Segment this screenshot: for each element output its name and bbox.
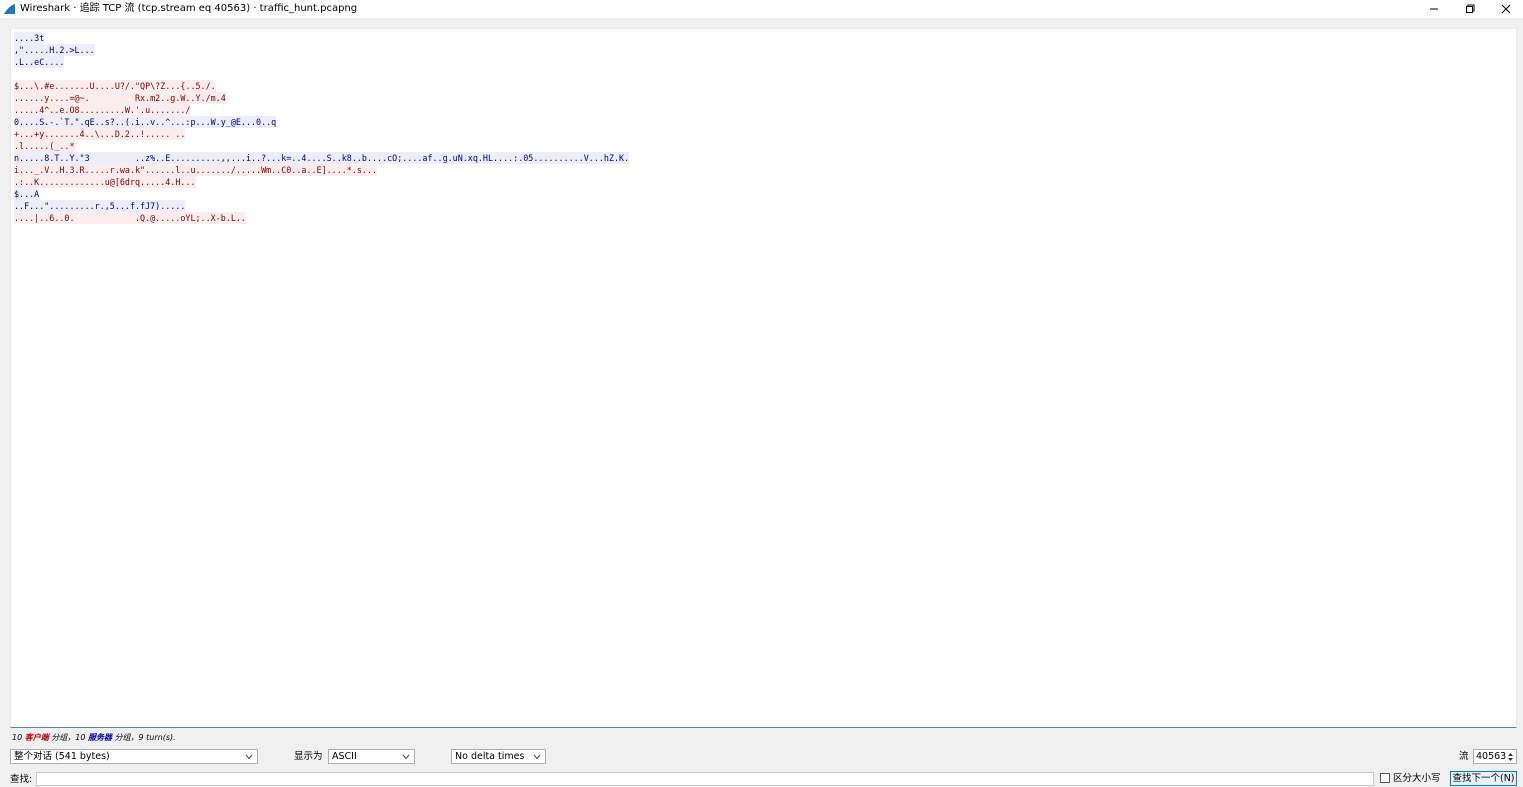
restore-icon [1466, 4, 1475, 13]
maximize-button[interactable] [1452, 0, 1488, 18]
summary-suffix: 分组，9 turn(s). [112, 733, 176, 742]
wireshark-fin-icon [4, 4, 15, 14]
chevron-down-icon [245, 754, 253, 760]
stream-line-client: +...+y.......4..\...D.2..!..... .. [14, 128, 186, 140]
minimize-icon [1430, 8, 1438, 10]
spin-arrows-icon[interactable] [1507, 751, 1514, 763]
case-sensitive-checkbox[interactable] [1380, 773, 1390, 783]
stream-content-pane[interactable]: ....3t ,".....H.2.>L... .L..eC.... $...\.#e… [10, 28, 1517, 728]
find-next-button[interactable]: 查找下一个(N) [1450, 771, 1517, 786]
stream-line-server: ..F...".........r.,5...f.fJ7)..... [14, 200, 186, 212]
title-bar: Wireshark · 追踪 TCP 流 (tcp.stream eq 4056… [0, 0, 1523, 18]
summary-mid: 分组，10 [48, 733, 88, 742]
stream-line-server: .L..eC.... [14, 56, 65, 68]
find-input[interactable] [36, 772, 1374, 786]
stream-line-server: ,".....H.2.>L... [14, 44, 95, 56]
stream-line-client: .l.....(_..* [14, 140, 75, 152]
close-button[interactable] [1488, 0, 1523, 18]
delta-times-select[interactable]: No delta times [451, 749, 546, 764]
show-as-select[interactable]: ASCII [328, 749, 415, 764]
summary-server-label: 服务器 [88, 733, 112, 742]
stream-line-client: .....4^..e.O8.........W.'.u......./ [14, 104, 191, 116]
stream-summary: 10 客户端 分组，10 服务器 分组，9 turn(s). [12, 733, 176, 743]
find-label: 查找: [10, 774, 33, 785]
stream-number-label: 流 [1459, 751, 1469, 762]
minimize-button[interactable] [1416, 0, 1452, 18]
stream-number-value: 40563 [1476, 751, 1507, 762]
show-as-select-value: ASCII [332, 751, 357, 762]
stream-line-client: i..._.V..H.3.R.....r.wa.k"......l..u....… [14, 164, 378, 176]
conversation-select-value: 整个对话 (541 bytes) [14, 751, 110, 762]
summary-client-label: 客户端 [24, 733, 49, 742]
chevron-down-icon [533, 754, 541, 760]
conversation-select[interactable]: 整个对话 (541 bytes) [10, 749, 258, 764]
case-sensitive-label: 区分大小写 [1393, 773, 1441, 784]
stream-line-client: $...\.#e.......U....U?/."QP\?Z...{..5./. [14, 80, 216, 92]
stream-line-server: 0....S.-.`T.".qE..s?..(.i..v..^...:p...W… [14, 116, 277, 128]
chevron-down-icon [402, 754, 410, 760]
summary-prefix: 10 [12, 733, 25, 742]
stream-number-spinbox[interactable]: 40563 [1473, 749, 1517, 764]
stream-line-client: .:..K.............u@[6drq.....4.H... [14, 176, 196, 188]
delta-times-select-value: No delta times [455, 751, 525, 762]
close-icon [1501, 4, 1511, 14]
stream-line-server: ....3t [14, 32, 45, 44]
stream-line-client: ....|..6..0. .Q.@.....oYL;..X-b.L.. [14, 212, 246, 224]
stream-line-client: ......y....=@~. Rx.m2..g.W..Y./m.4 [14, 92, 226, 104]
show-as-label: 显示为 [294, 751, 323, 762]
stream-text: ....3t ,".....H.2.>L... .L..eC.... $...\.#e… [14, 32, 630, 224]
stream-line-server: n.....8.T..Y."3 ..z%..E..........,,...i.… [14, 152, 630, 164]
window-title: Wireshark · 追踪 TCP 流 (tcp.stream eq 4056… [20, 3, 358, 14]
stream-line-server: $...A [14, 188, 40, 200]
